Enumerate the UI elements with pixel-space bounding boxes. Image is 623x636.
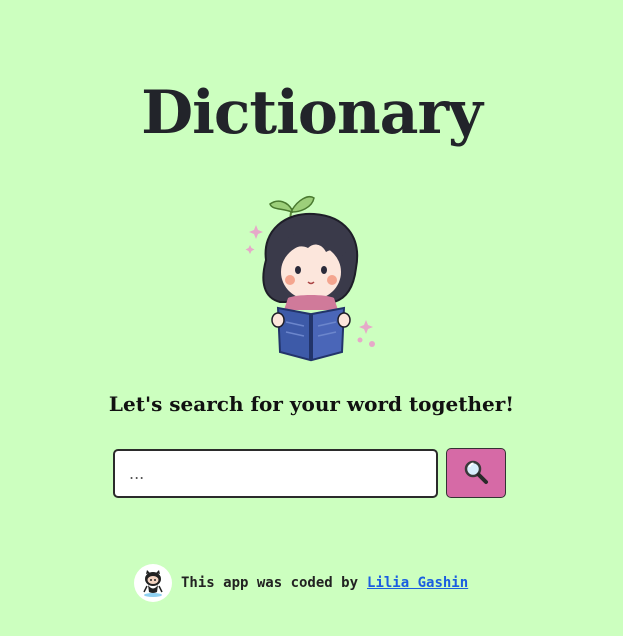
footer-text: This app was coded by (181, 575, 359, 591)
footer: This app was coded by Lilia Gashin (134, 564, 468, 602)
search-button[interactable] (446, 448, 506, 498)
magnifying-glass-icon (463, 459, 489, 488)
author-link[interactable]: Lilia Gashin (367, 575, 468, 591)
page: Dictionary Let's search for your word to… (0, 0, 623, 636)
girl-reading-illustration (236, 190, 386, 368)
page-title: Dictionary (141, 78, 483, 148)
search-input[interactable] (113, 449, 438, 498)
github-octocat-icon[interactable] (134, 564, 172, 602)
tagline: Let's search for your word together! (108, 392, 515, 416)
